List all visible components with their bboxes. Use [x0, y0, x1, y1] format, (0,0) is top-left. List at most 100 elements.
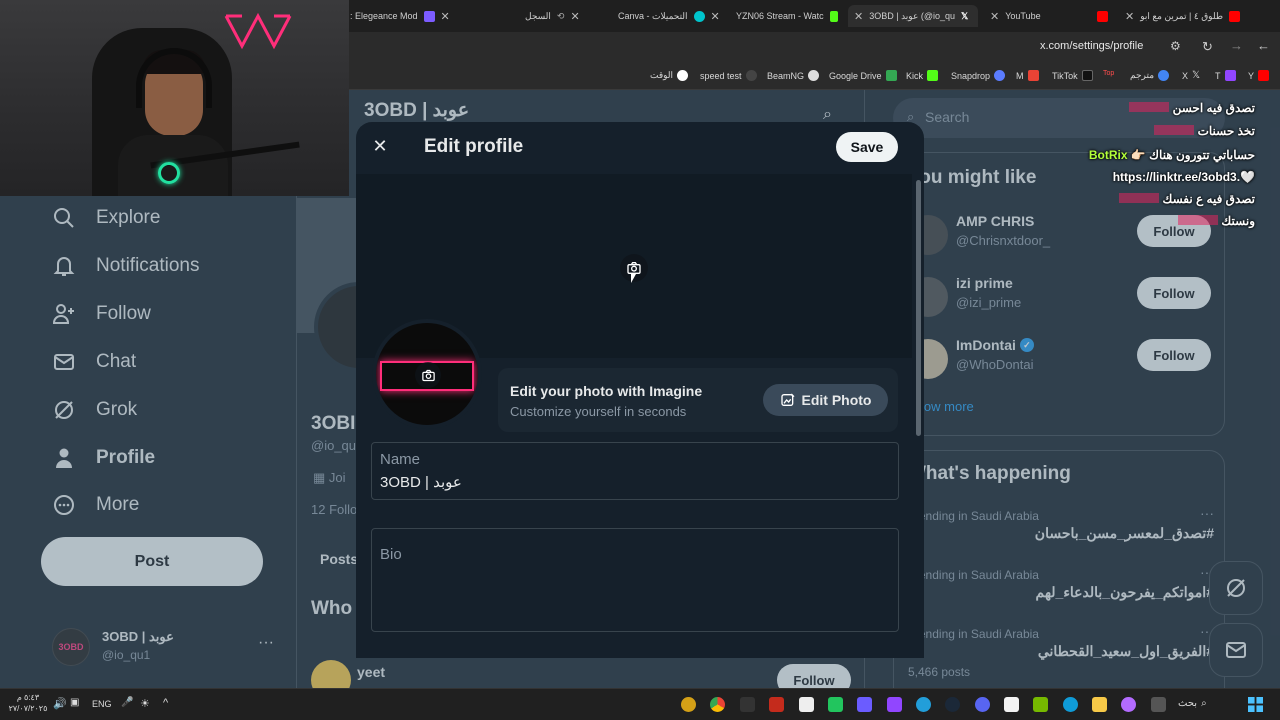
taskbar-app-icon[interactable]: [681, 697, 696, 712]
close-tab-icon[interactable]: ✕: [990, 10, 999, 23]
chat-message: حساباتي تتورون هناك 👉🏻 BotRix: [1088, 148, 1255, 162]
reload-icon[interactable]: ↻: [1202, 39, 1213, 55]
bookmark-item[interactable]: Top: [1103, 70, 1114, 77]
close-tab-icon[interactable]: ✕: [570, 10, 579, 23]
browser-tab[interactable]: Canva - التحميلات ✕: [618, 5, 730, 27]
imagine-promo: Edit your photo with Imagine Customize y…: [498, 368, 898, 432]
imagine-subtitle: Customize yourself in seconds: [510, 404, 687, 419]
bookmark-item[interactable]: X𝕏: [1182, 70, 1200, 81]
close-tab-icon[interactable]: ✕: [441, 10, 450, 23]
mic-glow: [158, 162, 180, 184]
close-tab-icon[interactable]: ✕: [711, 10, 720, 23]
browser-tab[interactable]: السجل ⟲ ✕: [525, 5, 600, 27]
youtube-icon: [1228, 10, 1240, 22]
copilot-icon[interactable]: [1121, 697, 1136, 712]
tab-label: طلوق ٤ | تمرين مع ابو: [1140, 10, 1223, 21]
bookmark-item[interactable]: M: [1016, 70, 1039, 81]
clock[interactable]: ٥:٤٣ م ٢٧/٠٧/٢٠٢٥: [8, 692, 48, 714]
close-tab-icon[interactable]: ✕: [1125, 10, 1134, 23]
clock-time: ٥:٤٣ م: [16, 693, 40, 702]
neon-logo-icon: [224, 12, 292, 50]
search-button[interactable]: بحث ⌕: [1178, 698, 1207, 709]
windows-start-icon[interactable]: [1248, 697, 1263, 712]
bookmark-item[interactable]: Y: [1248, 70, 1270, 81]
edit-profile-modal: ✕ Edit profile Save Edit your photo with…: [356, 122, 924, 658]
language-indicator[interactable]: ENG: [92, 699, 112, 709]
close-icon[interactable]: ✕: [370, 136, 390, 156]
chrome-icon[interactable]: [710, 697, 725, 712]
name-field-label: Name: [380, 451, 421, 468]
tab-label: السجل: [525, 10, 551, 21]
folder-icon[interactable]: [1092, 697, 1107, 712]
search-label: بحث: [1178, 698, 1198, 709]
taskbar-app-icon[interactable]: [769, 697, 784, 712]
browser-tab[interactable]: ✕ طلوق ٤ | تمرين مع ابو: [1125, 5, 1275, 27]
mic-icon[interactable]: 🎤: [121, 697, 133, 708]
discord-icon[interactable]: [975, 697, 990, 712]
add-photo-icon[interactable]: [415, 362, 441, 388]
steam-icon[interactable]: [945, 697, 960, 712]
mouse-cursor: [631, 274, 636, 283]
taskbar-app-icon[interactable]: [740, 697, 755, 712]
bio-field[interactable]: Bio: [371, 528, 899, 632]
history-icon: ⟲: [556, 10, 565, 21]
tab-label: Canva - التحميلات: [618, 10, 688, 21]
back-icon[interactable]: →: [1230, 38, 1243, 53]
edit-image-icon: [780, 393, 794, 406]
edit-photo-button[interactable]: Edit Photo: [763, 384, 888, 416]
browser-tab[interactable]: : Elegeance Mod ✕: [350, 5, 450, 27]
volume-icon[interactable]: 🔊: [53, 697, 67, 710]
edit-photo-label: Edit Photo: [801, 392, 872, 408]
brightness-icon[interactable]: ☀: [140, 697, 150, 710]
modal-title: Edit profile: [424, 136, 524, 157]
url-field[interactable]: x.com/settings/profile: [1040, 40, 1143, 52]
modal-scrollbar[interactable]: [916, 180, 921, 436]
store-icon[interactable]: [1004, 697, 1019, 712]
avatar-edit[interactable]: [372, 319, 482, 429]
name-field[interactable]: Name 3OBD | عوبد: [371, 442, 899, 500]
chat-message: تخذ حسنات: [1154, 124, 1255, 138]
network-icon[interactable]: ▣: [70, 697, 79, 708]
site-settings-icon[interactable]: ⚙: [1170, 39, 1181, 53]
bookmark-item[interactable]: مترجم: [1130, 70, 1170, 81]
webcam-overlay: [0, 0, 349, 196]
chat-message: ونستك: [1178, 214, 1255, 228]
clock-date: ٢٧/٠٧/٢٠٢٥: [8, 704, 48, 713]
nvidia-icon[interactable]: [1033, 697, 1048, 712]
bookmark-item[interactable]: Kick: [906, 70, 939, 81]
browser-tab[interactable]: ✕ YouTube: [990, 5, 1110, 27]
bookmark-item[interactable]: الوقت: [650, 70, 689, 81]
bookmark-item[interactable]: Snapdrop: [951, 70, 1006, 81]
browser-tab[interactable]: YZN06 Stream - Watc: [736, 5, 838, 27]
name-field-value: 3OBD | عوبد: [380, 474, 462, 491]
save-button[interactable]: Save: [836, 132, 898, 162]
edge-icon[interactable]: [1063, 697, 1078, 712]
windows-taskbar: ٥:٤٣ م ٢٧/٠٧/٢٠٢٥ 🔊 ▣ ENG 🎤 ☀ ^ بحث ⌕: [0, 688, 1280, 720]
bookmark-item[interactable]: TikTok: [1052, 70, 1093, 81]
search-icon: ⌕: [1201, 698, 1207, 709]
imagine-title: Edit your photo with Imagine: [510, 383, 703, 399]
bookmark-item[interactable]: T: [1215, 70, 1236, 81]
tab-label: YZN06 Stream - Watc: [736, 11, 824, 21]
taskbar-app-icon[interactable]: [887, 697, 902, 712]
chevron-up-icon[interactable]: ^: [163, 697, 168, 709]
taskbar-app-icon[interactable]: [857, 697, 872, 712]
tab-favicon-icon: [423, 10, 435, 22]
tab-label: YouTube: [1005, 11, 1041, 21]
bookmark-item[interactable]: speed test: [700, 70, 757, 81]
taskbar-app-icon[interactable]: [828, 697, 843, 712]
browser-tab-active[interactable]: ✕ 3OBD | عوبد (@io_qu 𝕏: [848, 5, 978, 27]
tab-label: : Elegeance Mod: [350, 11, 418, 21]
task-view-icon[interactable]: [1151, 697, 1166, 712]
kick-icon: [829, 10, 838, 22]
bio-field-label: Bio: [380, 546, 402, 563]
close-tab-icon[interactable]: ✕: [854, 10, 863, 23]
forward-icon[interactable]: ←: [1257, 38, 1270, 53]
bookmark-item[interactable]: Google Drive: [829, 70, 897, 81]
chat-message: تصدق فيه احسن: [1129, 101, 1255, 115]
bookmark-item[interactable]: BeamNG: [767, 70, 820, 81]
chat-message: https://linktr.ee/3obd3.🤍: [1112, 170, 1255, 184]
tab-label: 3OBD | عوبد (@io_qu: [869, 10, 955, 21]
file-icon[interactable]: [799, 697, 814, 712]
telegram-icon[interactable]: [916, 697, 931, 712]
